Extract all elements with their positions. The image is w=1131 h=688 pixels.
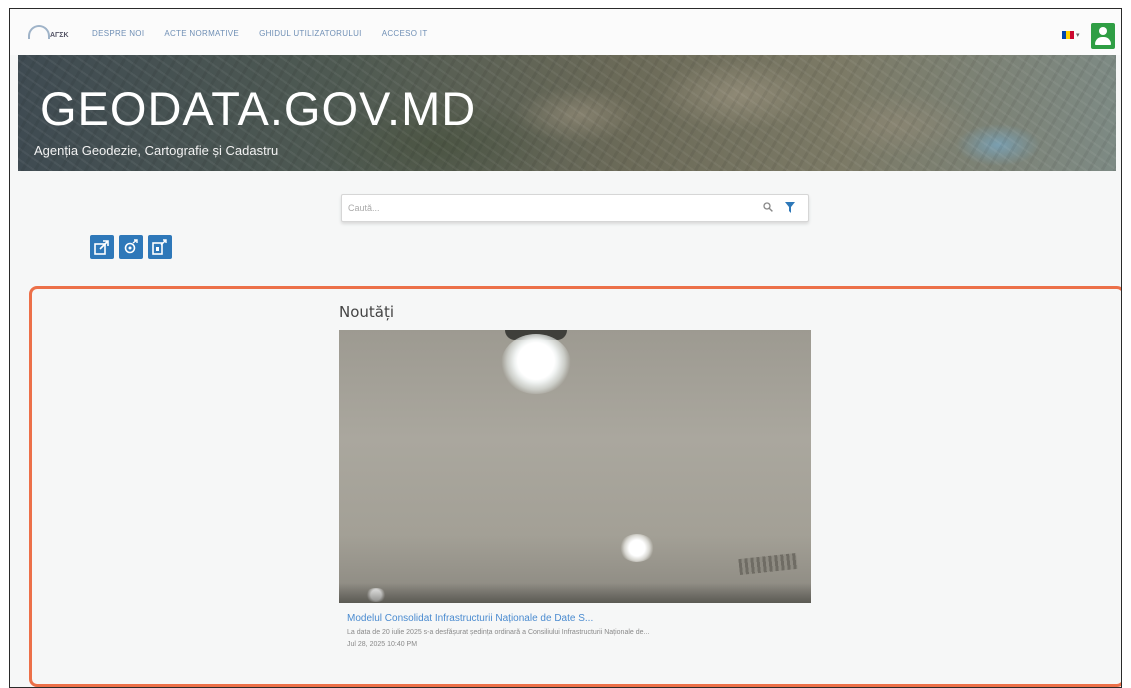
login-button[interactable] (90, 235, 114, 259)
filter-icon[interactable] (785, 202, 795, 213)
site-title: GEODATA.GOV.MD (40, 82, 477, 135)
quick-actions (90, 235, 172, 259)
chevron-down-icon: ▾ (1076, 32, 1080, 39)
moldova-flag-icon (1062, 31, 1074, 39)
search-icon[interactable] (763, 202, 773, 212)
news-article-date: Jul 28, 2025 10:40 PM (347, 641, 418, 648)
nav-item-acte-normative[interactable]: ACTE NORMATIVE (164, 29, 239, 38)
news-section: Noutăți Modelul Consolidat Infrastructur… (29, 286, 1121, 687)
user-icon-body (1095, 37, 1111, 45)
hero-banner: GEODATA.GOV.MD Agenția Geodezie, Cartogr… (18, 55, 1116, 171)
agency-logo[interactable]: ΑΓΣΚ (28, 23, 72, 45)
settings-button[interactable] (119, 235, 143, 259)
browser-viewport: ΑΓΣΚ DESPRE NOI ACTE NORMATIVE GHIDUL UT… (9, 8, 1122, 688)
user-icon (1099, 27, 1107, 35)
ceiling-shadow (339, 583, 811, 603)
login-icon (94, 240, 109, 255)
news-article-image[interactable] (339, 330, 811, 603)
search-input[interactable] (348, 200, 748, 216)
ceiling-lamp-small (619, 534, 655, 562)
logo-text: ΑΓΣΚ (50, 32, 69, 39)
ceiling-lamp (501, 334, 571, 394)
user-account-button[interactable] (1091, 23, 1115, 49)
top-navigation: ΑΓΣΚ DESPRE NOI ACTE NORMATIVE GHIDUL UT… (10, 9, 1121, 55)
logout-button[interactable] (148, 235, 172, 259)
site-subtitle: Agenția Geodezie, Cartografie și Cadastr… (34, 143, 279, 158)
nav-item-ghidul-utilizatorului[interactable]: GHIDUL UTILIZATORULUI (259, 29, 362, 38)
ceiling-vent (738, 553, 798, 575)
news-article-excerpt: La data de 20 iulie 2025 s-a desfășurat … (347, 629, 650, 636)
logout-icon (152, 239, 167, 255)
news-heading: Noutăți (339, 303, 395, 321)
logo-mark-icon (28, 25, 50, 39)
nav-item-despre-noi[interactable]: DESPRE NOI (92, 29, 144, 38)
search-bar (341, 194, 809, 222)
settings-icon (124, 239, 138, 254)
news-article-title[interactable]: Modelul Consolidat Infrastructurii Națio… (347, 613, 593, 624)
language-selector[interactable]: ▾ (1062, 31, 1080, 39)
nav-item-acces-it[interactable]: ACCESO IT (382, 29, 428, 38)
nav-menu: DESPRE NOI ACTE NORMATIVE GHIDUL UTILIZA… (92, 29, 428, 38)
